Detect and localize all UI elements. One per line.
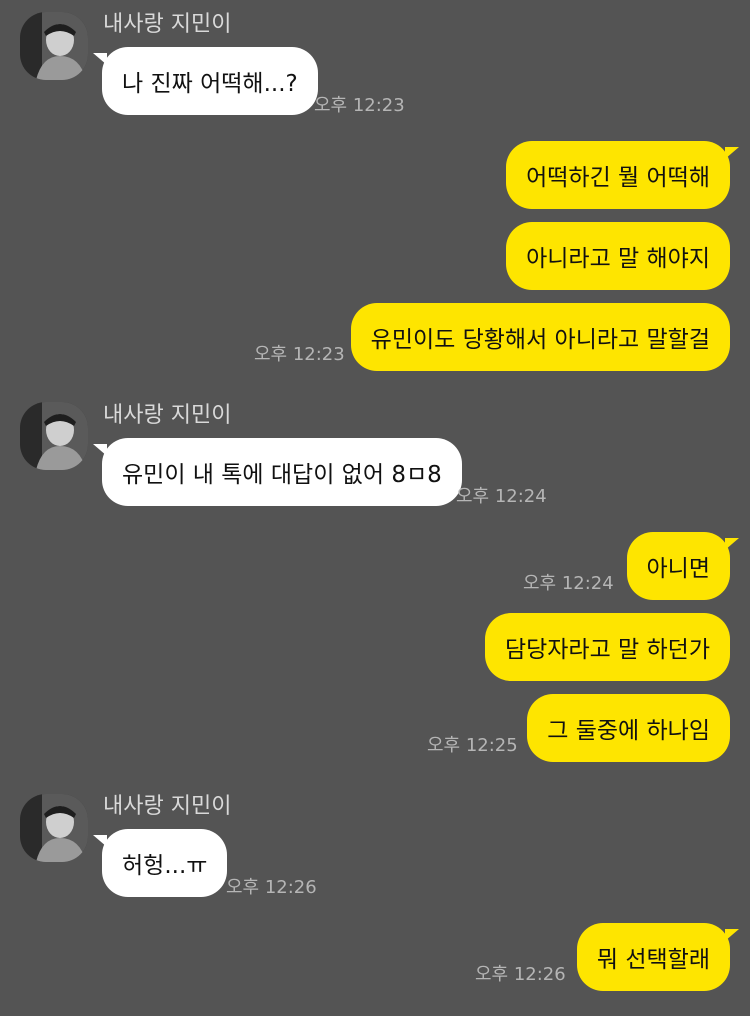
profile-photo-icon [20, 402, 88, 470]
message-time: 오후 12:24 [523, 573, 614, 594]
avatar[interactable] [20, 794, 88, 862]
message-bubble-incoming[interactable]: 유민이 내 톡에 대답이 없어 8ㅁ8 [93, 438, 462, 506]
message-time: 오후 12:26 [226, 877, 317, 898]
message-bubble-outgoing[interactable]: 어떡하긴 뭘 어떡해 [506, 141, 739, 209]
message-bubble-outgoing[interactable]: 아니면 [626, 532, 740, 600]
message-bubble-incoming[interactable]: 허헝...ㅠ [92, 829, 228, 897]
message-bubble-outgoing[interactable]: 뭐 선택할래 [576, 923, 740, 991]
sender-name: 내사랑 지민이 [103, 794, 232, 819]
message-bubble-outgoing[interactable]: 그 둘중에 하나임 [527, 694, 730, 762]
message-bubble-incoming[interactable]: 나 진짜 어떡해...? [93, 47, 318, 115]
message-bubble-outgoing[interactable]: 담당자라고 말 하던가 [484, 613, 730, 681]
message-time: 오후 12:26 [475, 964, 566, 985]
profile-photo-icon [20, 794, 88, 862]
message-bubble-outgoing[interactable]: 유민이도 당황해서 아니라고 말할걸 [350, 303, 730, 371]
profile-photo-icon [20, 12, 88, 80]
message-bubble-outgoing[interactable]: 아니라고 말 해야지 [506, 222, 730, 290]
sender-name: 내사랑 지민이 [103, 403, 232, 428]
message-time: 오후 12:23 [314, 95, 405, 116]
avatar[interactable] [20, 12, 88, 80]
message-time: 오후 12:24 [456, 486, 547, 507]
sender-name: 내사랑 지민이 [103, 12, 232, 37]
avatar[interactable] [20, 402, 88, 470]
message-time: 오후 12:25 [427, 735, 518, 756]
message-time: 오후 12:23 [254, 344, 345, 365]
